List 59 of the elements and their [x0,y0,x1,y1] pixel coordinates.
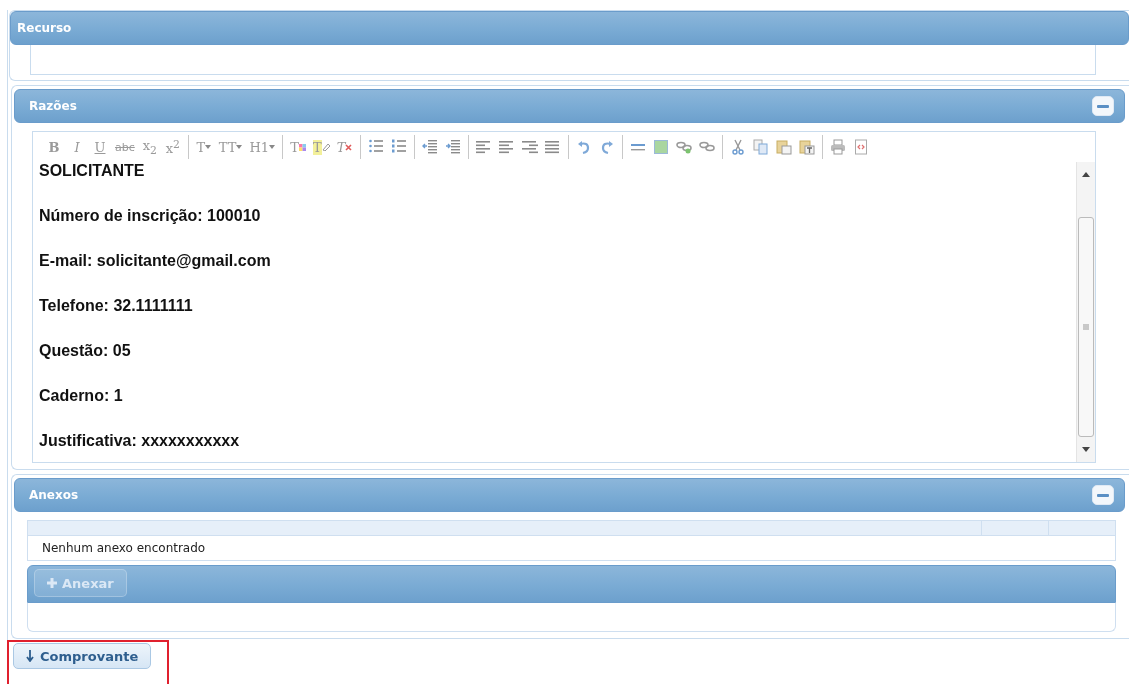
clipboard-icon [775,139,792,155]
scroll-down-icon [1082,447,1090,452]
numbered-list-icon [390,139,407,155]
format-dropdown[interactable]: T [193,136,214,158]
clipboard-text-icon [798,139,815,155]
scroll-up-icon [1082,172,1090,177]
panel-title: Recurso [17,21,72,35]
panel-title: Anexos [29,488,79,502]
grip-icon [1083,324,1089,330]
underline-button[interactable]: U [90,136,110,158]
rich-text-editor[interactable]: B I U abc x$_{2}$ x$^{2}$ T TT H1 T T T SOLICITANTE Número de inscrição: 100010 E-mail: solicitante@gmail.com Telefone: 32.1111111 Questão: 05 Caderno: 1 Justificativa: xxxxxxxxxxx [32,131,1096,463]
outdent-icon [421,139,438,155]
minus-icon [1097,493,1109,497]
italic-button[interactable]: I [67,136,87,158]
lines-icon [521,140,538,154]
lines-icon [475,140,492,154]
lines-icon [498,140,515,154]
link-icon [675,139,692,155]
caret-icon [205,145,212,149]
editor-paragraph: Caderno: 1 [39,387,124,406]
editor-paragraph: Justificativa: xxxxxxxxxxx [39,432,241,451]
scrollbar[interactable] [1076,162,1095,462]
collapse-button[interactable] [1092,485,1114,505]
editor-paragraph: SOLICITANTE [39,162,146,181]
script-button[interactable]: x$^{2}$ [162,136,183,158]
editor-paragraph: Telefone: 32.1111111 [39,297,194,316]
editor-paragraph: Número de inscrição: 100010 [39,207,262,226]
strikethrough-button[interactable]: abc [113,136,137,158]
empty-message: Nenhum anexo encontrado [42,541,206,555]
image-icon [652,139,669,155]
eraser-icon [321,143,330,151]
format-dropdown[interactable]: H1 [247,136,277,158]
copy-icon [752,139,769,155]
lines-icon [544,140,561,154]
indent-icon [444,139,461,155]
caret-icon [269,145,275,149]
cross-icon [345,143,353,151]
editor-paragraph: Questão: 05 [39,342,132,361]
scissors-icon [729,139,746,155]
color-swatch-icon [298,143,306,151]
print-icon [829,139,846,155]
clear-format-button[interactable]: T [334,136,355,158]
plus-icon [47,578,57,588]
down-arrow-icon [26,650,34,662]
collapse-button[interactable] [1092,96,1114,116]
bold-button[interactable]: B [44,136,64,158]
download-button[interactable]: Comprovante [13,643,152,669]
highlight-button[interactable]: T [311,136,332,158]
editor-paragraph: E-mail: solicitante@gmail.com [39,252,272,271]
scroll-thumb[interactable] [1078,217,1094,437]
script-button[interactable]: x$_{2}$ [139,136,160,158]
text-color-button[interactable]: T [288,136,308,158]
caret-icon [236,145,243,149]
copy-button[interactable] [750,136,771,158]
minus-icon [1097,104,1109,108]
panel-title: Razões [29,99,77,113]
format-dropdown[interactable]: TT [216,136,245,158]
bullet-list-icon [367,139,384,155]
source-code-icon [852,139,869,155]
